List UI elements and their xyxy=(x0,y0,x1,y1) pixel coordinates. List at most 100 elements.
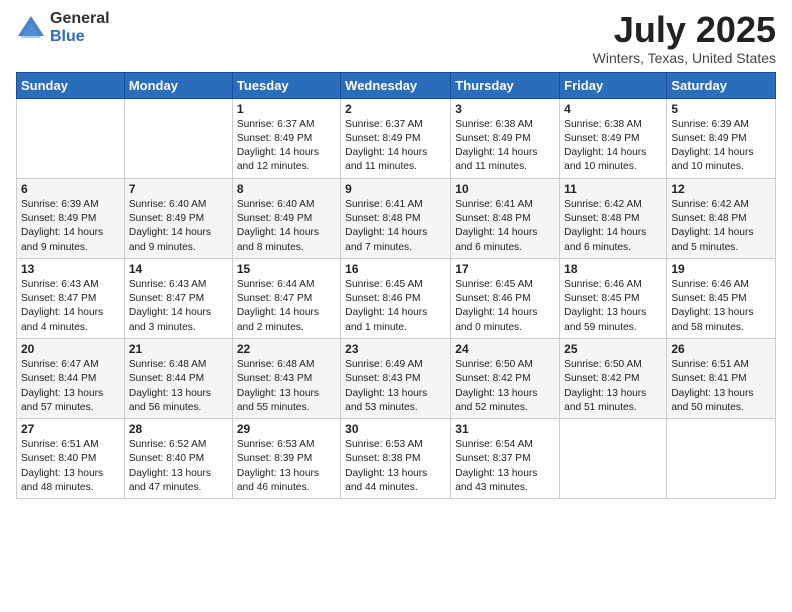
calendar-cell: 14 Sunrise: 6:43 AM Sunset: 8:47 PM Dayli… xyxy=(124,258,232,338)
calendar-cell: 10 Sunrise: 6:41 AM Sunset: 8:48 PM Dayli… xyxy=(451,178,560,258)
day-number: 23 xyxy=(345,342,446,356)
calendar-cell: 13 Sunrise: 6:43 AM Sunset: 8:47 PM Dayli… xyxy=(17,258,125,338)
day-info: Sunrise: 6:43 AM Sunset: 8:47 PM Dayligh… xyxy=(129,278,228,335)
logo-blue: Blue xyxy=(50,28,110,46)
calendar-cell: 12 Sunrise: 6:42 AM Sunset: 8:48 PM Dayli… xyxy=(667,178,776,258)
day-info: Sunrise: 6:37 AM Sunset: 8:49 PM Dayligh… xyxy=(345,118,446,175)
day-info: Sunrise: 6:43 AM Sunset: 8:47 PM Dayligh… xyxy=(21,278,120,335)
day-number: 4 xyxy=(564,102,662,116)
logo-icon xyxy=(16,14,46,42)
day-info: Sunrise: 6:41 AM Sunset: 8:48 PM Dayligh… xyxy=(455,198,555,255)
day-info: Sunrise: 6:40 AM Sunset: 8:49 PM Dayligh… xyxy=(129,198,228,255)
logo: General Blue xyxy=(16,10,110,45)
col-monday: Monday xyxy=(124,72,232,98)
day-number: 12 xyxy=(671,182,771,196)
day-info: Sunrise: 6:53 AM Sunset: 8:39 PM Dayligh… xyxy=(237,438,336,495)
day-info: Sunrise: 6:46 AM Sunset: 8:45 PM Dayligh… xyxy=(671,278,771,335)
day-number: 24 xyxy=(455,342,555,356)
calendar-cell: 31 Sunrise: 6:54 AM Sunset: 8:37 PM Dayli… xyxy=(451,419,560,499)
day-info: Sunrise: 6:48 AM Sunset: 8:43 PM Dayligh… xyxy=(237,358,336,415)
subtitle: Winters, Texas, United States xyxy=(593,50,776,66)
day-info: Sunrise: 6:52 AM Sunset: 8:40 PM Dayligh… xyxy=(129,438,228,495)
day-number: 18 xyxy=(564,262,662,276)
calendar-cell: 22Sunrise: 6:48 AM Sunset: 8:43 PM Dayli… xyxy=(232,338,340,418)
header: General Blue July 2025 Winters, Texas, U… xyxy=(16,10,776,66)
calendar-cell: 2 Sunrise: 6:37 AM Sunset: 8:49 PM Daylig… xyxy=(341,98,451,178)
calendar-cell xyxy=(17,98,125,178)
day-info: Sunrise: 6:47 AM Sunset: 8:44 PM Dayligh… xyxy=(21,358,120,415)
calendar-week-3: 20 Sunrise: 6:47 AM Sunset: 8:44 PM Dayli… xyxy=(17,338,776,418)
calendar-week-4: 27Sunrise: 6:51 AM Sunset: 8:40 PM Dayli… xyxy=(17,419,776,499)
calendar-cell: 25Sunrise: 6:50 AM Sunset: 8:42 PM Dayli… xyxy=(560,338,667,418)
logo-general: General xyxy=(50,10,110,28)
day-number: 13 xyxy=(21,262,120,276)
calendar-body: 1Sunrise: 6:37 AM Sunset: 8:49 PM Daylig… xyxy=(17,98,776,499)
day-number: 8 xyxy=(237,182,336,196)
calendar-cell: 28 Sunrise: 6:52 AM Sunset: 8:40 PM Dayli… xyxy=(124,419,232,499)
day-number: 3 xyxy=(455,102,555,116)
calendar-cell: 18Sunrise: 6:46 AM Sunset: 8:45 PM Dayli… xyxy=(560,258,667,338)
calendar-cell: 3Sunrise: 6:38 AM Sunset: 8:49 PM Daylig… xyxy=(451,98,560,178)
calendar-cell: 1Sunrise: 6:37 AM Sunset: 8:49 PM Daylig… xyxy=(232,98,340,178)
day-number: 11 xyxy=(564,182,662,196)
calendar-cell: 20 Sunrise: 6:47 AM Sunset: 8:44 PM Dayli… xyxy=(17,338,125,418)
calendar-cell: 19 Sunrise: 6:46 AM Sunset: 8:45 PM Dayli… xyxy=(667,258,776,338)
calendar-cell: 24 Sunrise: 6:50 AM Sunset: 8:42 PM Dayli… xyxy=(451,338,560,418)
day-number: 25 xyxy=(564,342,662,356)
calendar-cell: 9Sunrise: 6:41 AM Sunset: 8:48 PM Daylig… xyxy=(341,178,451,258)
day-info: Sunrise: 6:50 AM Sunset: 8:42 PM Dayligh… xyxy=(455,358,555,415)
day-number: 20 xyxy=(21,342,120,356)
day-info: Sunrise: 6:53 AM Sunset: 8:38 PM Dayligh… xyxy=(345,438,446,495)
day-number: 29 xyxy=(237,422,336,436)
page: General Blue July 2025 Winters, Texas, U… xyxy=(0,0,792,612)
calendar-cell: 27Sunrise: 6:51 AM Sunset: 8:40 PM Dayli… xyxy=(17,419,125,499)
day-info: Sunrise: 6:42 AM Sunset: 8:48 PM Dayligh… xyxy=(564,198,662,255)
day-number: 7 xyxy=(129,182,228,196)
day-number: 14 xyxy=(129,262,228,276)
main-title: July 2025 xyxy=(593,10,776,50)
col-friday: Friday xyxy=(560,72,667,98)
calendar-cell: 26Sunrise: 6:51 AM Sunset: 8:41 PM Dayli… xyxy=(667,338,776,418)
day-info: Sunrise: 6:39 AM Sunset: 8:49 PM Dayligh… xyxy=(671,118,771,175)
calendar-cell xyxy=(667,419,776,499)
day-number: 16 xyxy=(345,262,446,276)
day-number: 17 xyxy=(455,262,555,276)
day-number: 10 xyxy=(455,182,555,196)
day-number: 19 xyxy=(671,262,771,276)
day-info: Sunrise: 6:49 AM Sunset: 8:43 PM Dayligh… xyxy=(345,358,446,415)
day-number: 15 xyxy=(237,262,336,276)
day-number: 21 xyxy=(129,342,228,356)
day-info: Sunrise: 6:48 AM Sunset: 8:44 PM Dayligh… xyxy=(129,358,228,415)
title-block: July 2025 Winters, Texas, United States xyxy=(593,10,776,66)
day-number: 6 xyxy=(21,182,120,196)
calendar-cell: 4Sunrise: 6:38 AM Sunset: 8:49 PM Daylig… xyxy=(560,98,667,178)
day-info: Sunrise: 6:44 AM Sunset: 8:47 PM Dayligh… xyxy=(237,278,336,335)
day-number: 2 xyxy=(345,102,446,116)
day-info: Sunrise: 6:39 AM Sunset: 8:49 PM Dayligh… xyxy=(21,198,120,255)
calendar-cell: 21 Sunrise: 6:48 AM Sunset: 8:44 PM Dayli… xyxy=(124,338,232,418)
col-thursday: Thursday xyxy=(451,72,560,98)
day-number: 26 xyxy=(671,342,771,356)
calendar-cell: 11 Sunrise: 6:42 AM Sunset: 8:48 PM Dayli… xyxy=(560,178,667,258)
calendar-week-0: 1Sunrise: 6:37 AM Sunset: 8:49 PM Daylig… xyxy=(17,98,776,178)
col-sunday: Sunday xyxy=(17,72,125,98)
day-info: Sunrise: 6:40 AM Sunset: 8:49 PM Dayligh… xyxy=(237,198,336,255)
calendar-cell: 29 Sunrise: 6:53 AM Sunset: 8:39 PM Dayli… xyxy=(232,419,340,499)
day-info: Sunrise: 6:54 AM Sunset: 8:37 PM Dayligh… xyxy=(455,438,555,495)
day-info: Sunrise: 6:45 AM Sunset: 8:46 PM Dayligh… xyxy=(345,278,446,335)
day-info: Sunrise: 6:45 AM Sunset: 8:46 PM Dayligh… xyxy=(455,278,555,335)
day-number: 31 xyxy=(455,422,555,436)
col-saturday: Saturday xyxy=(667,72,776,98)
day-number: 28 xyxy=(129,422,228,436)
calendar-table: Sunday Monday Tuesday Wednesday Thursday… xyxy=(16,72,776,500)
calendar-week-2: 13 Sunrise: 6:43 AM Sunset: 8:47 PM Dayli… xyxy=(17,258,776,338)
calendar-cell: 23 Sunrise: 6:49 AM Sunset: 8:43 PM Dayli… xyxy=(341,338,451,418)
calendar-cell: 8 Sunrise: 6:40 AM Sunset: 8:49 PM Daylig… xyxy=(232,178,340,258)
col-tuesday: Tuesday xyxy=(232,72,340,98)
calendar-cell: 30Sunrise: 6:53 AM Sunset: 8:38 PM Dayli… xyxy=(341,419,451,499)
logo-text: General Blue xyxy=(50,10,110,45)
day-info: Sunrise: 6:41 AM Sunset: 8:48 PM Dayligh… xyxy=(345,198,446,255)
day-info: Sunrise: 6:37 AM Sunset: 8:49 PM Dayligh… xyxy=(237,118,336,175)
day-info: Sunrise: 6:42 AM Sunset: 8:48 PM Dayligh… xyxy=(671,198,771,255)
day-number: 5 xyxy=(671,102,771,116)
